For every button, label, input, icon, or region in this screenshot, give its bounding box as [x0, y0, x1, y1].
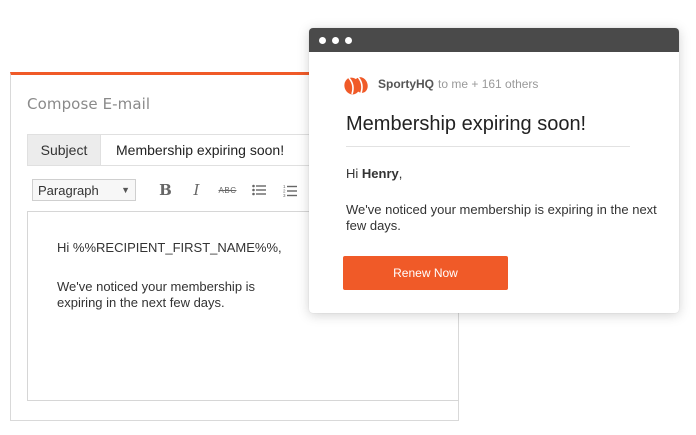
editor-body: We've noticed your membership is expirin… — [57, 279, 256, 310]
greeting-suffix: , — [398, 166, 403, 181]
email-preview-window: SportyHQ to me + 161 others Membership e… — [309, 28, 679, 313]
window-titlebar — [309, 28, 679, 52]
sportyhq-logo-icon — [344, 76, 368, 95]
sender-row: SportyHQ to me + 161 others — [343, 72, 538, 96]
strikethrough-icon[interactable]: ABC — [212, 179, 243, 201]
svg-text:3: 3 — [283, 193, 286, 197]
email-greeting: Hi Henry, — [346, 166, 402, 181]
window-dot-icon — [332, 36, 339, 44]
window-dot-icon — [319, 36, 326, 44]
email-body: We've noticed your membership is expirin… — [346, 202, 657, 233]
greeting-prefix: Hi — [346, 166, 362, 181]
bullet-list-icon[interactable] — [243, 179, 274, 201]
recipients-text: to me + 161 others — [438, 77, 539, 91]
format-select-value: Paragraph — [38, 182, 99, 198]
divider — [346, 146, 630, 147]
stage: Compose E-mail Subject Membership expiri… — [0, 0, 696, 435]
renew-now-button[interactable]: Renew Now — [343, 256, 508, 290]
compose-title: Compose E-mail — [27, 95, 151, 113]
italic-icon[interactable]: I — [181, 179, 212, 201]
format-select[interactable]: Paragraph ▼ — [32, 179, 136, 201]
subject-label: Subject — [28, 135, 101, 165]
numbered-list-icon[interactable]: 1 2 3 — [274, 179, 305, 201]
window-dot-icon — [345, 36, 352, 44]
recipient-name: Henry — [361, 166, 399, 181]
editor-greeting: Hi %%RECIPIENT_FIRST_NAME%%, — [57, 240, 282, 255]
sender-name: SportyHQ — [378, 77, 435, 91]
email-subject: Membership expiring soon! — [346, 113, 587, 135]
caret-down-icon: ▼ — [121, 185, 130, 195]
bold-icon[interactable]: B — [150, 179, 181, 201]
